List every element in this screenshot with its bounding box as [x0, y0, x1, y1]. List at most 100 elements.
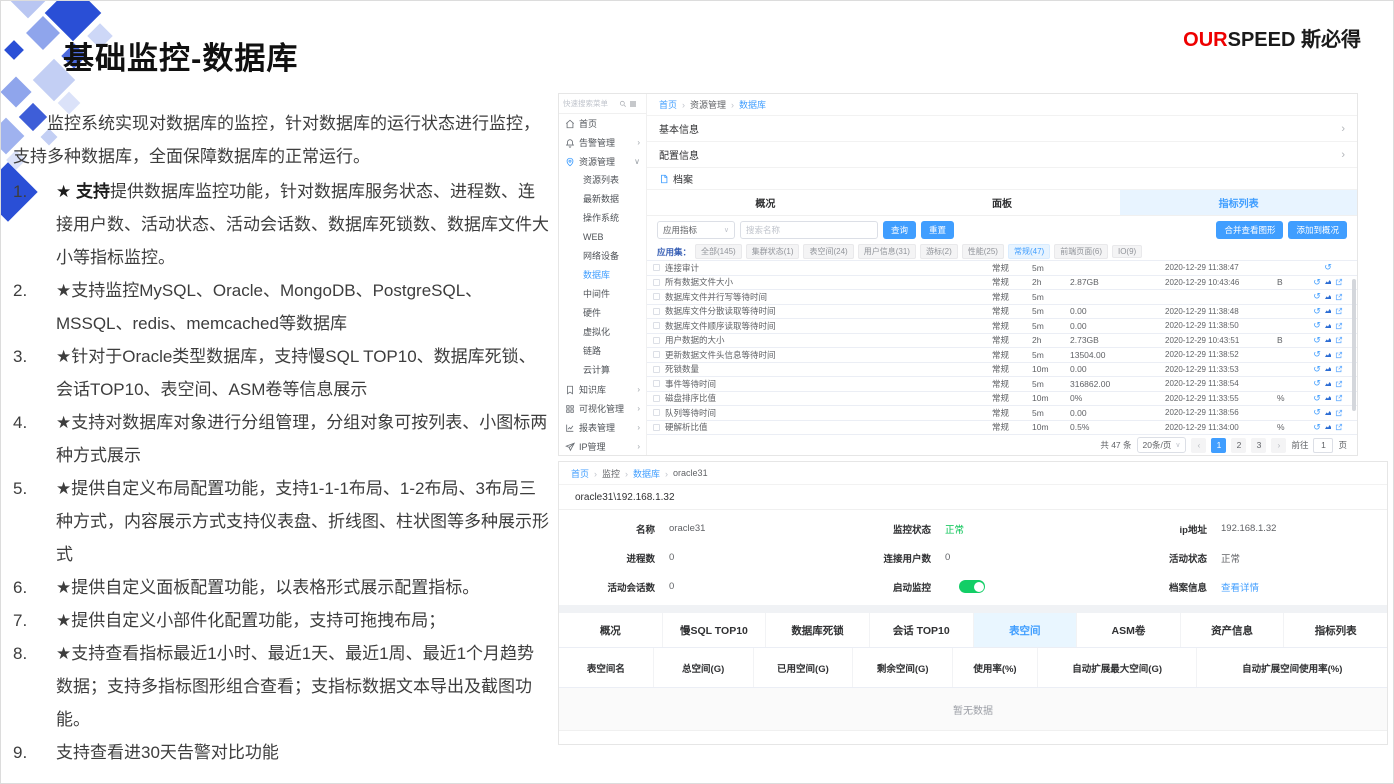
trend-chart-icon[interactable] [1324, 365, 1332, 373]
prev-page-button[interactable]: ‹ [1191, 438, 1206, 453]
row-checkbox[interactable] [653, 264, 660, 271]
sidebar-subitem[interactable]: WEB [559, 228, 646, 247]
row-checkbox[interactable] [653, 409, 660, 416]
merge-view-button[interactable]: 合并查看图形 [1216, 221, 1283, 239]
history-icon[interactable]: ↺ [1313, 321, 1321, 330]
trend-chart-icon[interactable] [1324, 322, 1332, 330]
history-icon[interactable]: ↺ [1313, 394, 1321, 403]
row-checkbox[interactable] [653, 395, 660, 402]
breadcrumb-item[interactable]: 数据库 [633, 467, 673, 480]
sidebar-subitem[interactable]: 云计算 [559, 361, 646, 380]
scrollbar-thumb[interactable] [1352, 279, 1356, 411]
breadcrumb-item[interactable]: 资源管理 [690, 98, 739, 111]
page-button[interactable]: 1 [1211, 438, 1226, 453]
sidebar-subitem[interactable]: 最新数据 [559, 190, 646, 209]
trend-chart-icon[interactable] [1324, 394, 1332, 402]
external-link-icon[interactable] [1335, 351, 1343, 359]
sidebar-subitem[interactable]: 网络设备 [559, 247, 646, 266]
breadcrumb-item[interactable]: 数据库 [739, 98, 766, 111]
external-link-icon[interactable] [1335, 307, 1343, 315]
tab[interactable]: 面板 [884, 190, 1121, 215]
breadcrumb-item[interactable]: 首页 [659, 98, 690, 111]
filter-chip[interactable]: IO(9) [1112, 245, 1142, 258]
sidebar-subitem[interactable]: 中间件 [559, 285, 646, 304]
breadcrumb-item[interactable]: oracle31 [673, 468, 708, 478]
history-icon[interactable]: ↺ [1313, 336, 1321, 345]
external-link-icon[interactable] [1335, 394, 1343, 402]
search-input[interactable] [740, 221, 878, 239]
filter-chip[interactable]: 集群状态(1) [746, 244, 800, 259]
sidebar-subitem[interactable]: 数据库 [559, 266, 646, 285]
external-link-icon[interactable] [1335, 322, 1343, 330]
trend-chart-icon[interactable] [1324, 307, 1332, 315]
row-checkbox[interactable] [653, 308, 660, 315]
history-icon[interactable]: ↺ [1313, 350, 1321, 359]
history-icon[interactable]: ↺ [1313, 307, 1321, 316]
detail-tab[interactable]: 概况 [559, 613, 663, 647]
trend-chart-icon[interactable] [1324, 380, 1332, 388]
row-checkbox[interactable] [653, 293, 660, 300]
sidebar-subitem[interactable]: 硬件 [559, 304, 646, 323]
row-checkbox[interactable] [653, 366, 660, 373]
collapsible-section[interactable]: 配置信息 › [647, 142, 1357, 168]
breadcrumb-item[interactable]: 首页 [571, 467, 602, 480]
filter-chip[interactable]: 常规(47) [1008, 244, 1050, 259]
external-link-icon[interactable] [1335, 293, 1343, 301]
sidebar-subitem[interactable]: 操作系统 [559, 209, 646, 228]
page-button[interactable]: 3 [1251, 438, 1266, 453]
goto-page-input[interactable] [1313, 438, 1333, 453]
history-icon[interactable]: ↺ [1313, 423, 1321, 432]
detail-tab[interactable]: 会话 TOP10 [870, 613, 974, 647]
add-to-overview-button[interactable]: 添加到概况 [1288, 221, 1347, 239]
detail-tab[interactable]: 数据库死锁 [766, 613, 870, 647]
trend-chart-icon[interactable] [1324, 278, 1332, 286]
external-link-icon[interactable] [1335, 409, 1343, 417]
sidebar-item-report[interactable]: 报表管理› [559, 418, 646, 437]
row-checkbox[interactable] [653, 337, 660, 344]
filter-chip[interactable]: 前端页面(6) [1054, 244, 1108, 259]
sidebar-item-alarm[interactable]: 告警管理› [559, 133, 646, 152]
sidebar-subitem[interactable]: 虚拟化 [559, 323, 646, 342]
sidebar-item-home[interactable]: 首页 [559, 114, 646, 133]
page-button[interactable]: 2 [1231, 438, 1246, 453]
menu-collapse-icon[interactable] [629, 100, 637, 108]
next-page-button[interactable]: › [1271, 438, 1286, 453]
detail-tab[interactable]: 指标列表 [1284, 613, 1387, 647]
detail-tab[interactable]: ASM卷 [1077, 613, 1181, 647]
filter-chip[interactable]: 表空间(24) [803, 244, 853, 259]
sidebar-subitem[interactable]: 资源列表 [559, 171, 646, 190]
trend-chart-icon[interactable] [1324, 409, 1332, 417]
history-icon[interactable]: ↺ [1324, 263, 1332, 272]
filter-chip[interactable]: 用户信息(31) [858, 244, 916, 259]
history-icon[interactable]: ↺ [1313, 292, 1321, 301]
sidebar-item-visualization[interactable]: 可视化管理› [559, 399, 646, 418]
query-button[interactable]: 查询 [883, 221, 916, 239]
row-checkbox[interactable] [653, 279, 660, 286]
history-icon[interactable]: ↺ [1313, 365, 1321, 374]
external-link-icon[interactable] [1335, 380, 1343, 388]
external-link-icon[interactable] [1335, 336, 1343, 344]
page-size-select[interactable]: 20条/页 ∨ [1137, 437, 1187, 453]
history-icon[interactable]: ↺ [1313, 379, 1321, 388]
row-checkbox[interactable] [653, 322, 660, 329]
row-checkbox[interactable] [653, 424, 660, 431]
filter-chip[interactable]: 性能(25) [962, 244, 1004, 259]
sidebar-item-resource[interactable]: 资源管理∨ [559, 152, 646, 171]
sidebar-search-input[interactable] [563, 99, 617, 108]
category-select[interactable]: 应用指标 ∨ [657, 221, 735, 239]
history-icon[interactable]: ↺ [1313, 278, 1321, 287]
detail-tab[interactable]: 慢SQL TOP10 [663, 613, 767, 647]
trend-chart-icon[interactable] [1324, 293, 1332, 301]
external-link-icon[interactable] [1335, 278, 1343, 286]
detail-tab[interactable]: 表空间 [974, 613, 1078, 647]
sidebar-subitem[interactable]: 链路 [559, 342, 646, 361]
tab[interactable]: 概况 [647, 190, 884, 215]
external-link-icon[interactable] [1335, 365, 1343, 373]
filter-chip[interactable]: 全部(145) [695, 244, 742, 259]
detail-tab[interactable]: 资产信息 [1181, 613, 1285, 647]
tab[interactable]: 指标列表 [1120, 190, 1357, 215]
archive-row[interactable]: 档案 [647, 168, 1357, 190]
breadcrumb-item[interactable]: 监控 [602, 467, 633, 480]
row-checkbox[interactable] [653, 351, 660, 358]
sidebar-item-knowledge[interactable]: 知识库› [559, 380, 646, 399]
